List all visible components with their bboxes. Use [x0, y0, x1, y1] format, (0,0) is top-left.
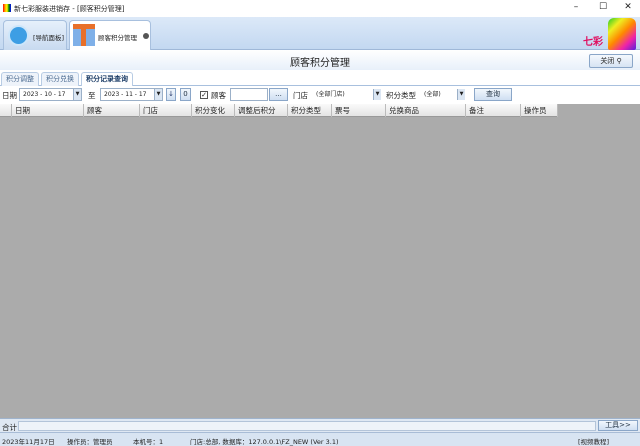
chevron-down-icon[interactable]: ▼	[73, 89, 81, 100]
column-header-ticket-no[interactable]: 票号	[332, 104, 386, 117]
chevron-down-icon[interactable]: ▼	[457, 89, 465, 100]
close-label: 关闭	[600, 57, 615, 65]
title-bar: 新七彩服装进销存 - [顾客积分管理] – ☐ ✕	[0, 0, 640, 17]
status-operator: 操作员：管理员	[67, 438, 113, 446]
status-database: 门店:总部, 数据库：127.0.0.1\FZ_NEW (Ver 3.1)	[190, 438, 339, 446]
tab-navigation-panel[interactable]: [导航面板]	[3, 20, 67, 50]
zero-button[interactable]: 0	[180, 88, 191, 101]
close-window-button[interactable]: ✕	[621, 2, 635, 12]
arrow-down-button[interactable]: ↓	[166, 88, 176, 101]
document-tabs: [导航面板] 顾客积分管理 七彩	[0, 17, 640, 50]
date-label: 日期	[2, 91, 17, 100]
gift-icon	[73, 24, 95, 46]
column-header-redeem-item[interactable]: 兑换商品	[386, 104, 466, 117]
customer-checkbox[interactable]: ✓	[200, 91, 208, 99]
date-to-value: 2023 - 11 - 17	[104, 91, 147, 98]
type-value: (全部)	[424, 91, 441, 98]
tab-customer-points[interactable]: 顾客积分管理	[69, 20, 151, 50]
date-from-value: 2023 - 10 - 17	[23, 91, 66, 98]
summary-field	[18, 421, 596, 431]
tab-points-redeem[interactable]: 积分兑换	[41, 72, 79, 86]
to-label: 至	[88, 91, 96, 100]
customer-input[interactable]	[230, 88, 268, 101]
date-from-picker[interactable]: 2023 - 10 - 17 ▼	[19, 88, 82, 101]
minimize-button[interactable]: –	[569, 2, 583, 12]
window-title: 新七彩服装进销存 - [顾客积分管理]	[14, 5, 125, 13]
tools-button[interactable]: 工具>>	[598, 420, 638, 431]
column-header-date[interactable]: 日期	[12, 104, 84, 117]
customer-label: 顾客	[211, 91, 226, 100]
column-header-store[interactable]: 门店	[140, 104, 192, 117]
browse-customer-button[interactable]: ...	[269, 88, 288, 101]
chevron-down-icon[interactable]: ▼	[154, 89, 162, 100]
close-button[interactable]: 关闭 ⚲	[589, 54, 633, 68]
video-tutorial-link[interactable]: [视频教程]	[578, 436, 609, 446]
column-header-remark[interactable]: 备注	[466, 104, 521, 117]
tab-points-history[interactable]: 积分记录查询	[81, 72, 133, 86]
column-header-operator[interactable]: 操作员	[521, 104, 558, 117]
column-header-customer[interactable]: 顾客	[84, 104, 140, 117]
column-header-points-after[interactable]: 调整后积分	[235, 104, 288, 117]
chevron-down-icon[interactable]: ▼	[373, 89, 381, 100]
column-header-points-change[interactable]: 积分变化	[192, 104, 235, 117]
brand-logo: 七彩	[583, 18, 636, 50]
page-title: 顾客积分管理	[290, 58, 350, 69]
app-icon	[3, 4, 11, 12]
status-date: 2023年11月17日	[2, 438, 55, 446]
status-machine: 本机号：1	[133, 438, 164, 446]
tab-label: [导航面板]	[33, 34, 65, 42]
store-label: 门店	[293, 91, 308, 100]
date-to-picker[interactable]: 2023 - 11 - 17 ▼	[100, 88, 163, 101]
maximize-button[interactable]: ☐	[596, 2, 610, 12]
column-header-points-type[interactable]: 积分类型	[288, 104, 332, 117]
tab-label: 顾客积分管理	[98, 34, 137, 42]
sub-tabs: 积分调整 积分兑换 积分记录查询	[0, 70, 640, 86]
query-button[interactable]: 查询	[474, 88, 512, 101]
store-value: (全部门店)	[316, 91, 345, 98]
store-select[interactable]: (全部门店) ▼	[312, 88, 382, 101]
records-grid[interactable]: 日期 顾客 门店 积分变化 调整后积分 积分类型 票号 兑换商品 备注 操作员	[0, 104, 640, 418]
type-label: 积分类型	[386, 91, 416, 100]
exit-icon: ⚲	[616, 57, 622, 65]
tab-points-adjust[interactable]: 积分调整	[1, 72, 39, 86]
page-header: 顾客积分管理	[0, 50, 640, 70]
grid-header: 日期 顾客 门店 积分变化 调整后积分 积分类型 票号 兑换商品 备注 操作员	[0, 104, 558, 117]
filter-bar: 日期 2023 - 10 - 17 ▼ 至 2023 - 11 - 17 ▼ ↓ 0…	[0, 86, 640, 104]
points-type-select[interactable]: (全部) ▼	[420, 88, 466, 101]
summary-row: 合计 工具>>	[0, 418, 640, 432]
status-bar: 2023年11月17日 操作员：管理员 本机号：1 门店:总部, 数据库：127…	[0, 432, 640, 446]
compass-icon	[8, 25, 29, 46]
select-all-corner[interactable]	[0, 104, 12, 117]
tab-close-icon[interactable]	[143, 33, 149, 39]
